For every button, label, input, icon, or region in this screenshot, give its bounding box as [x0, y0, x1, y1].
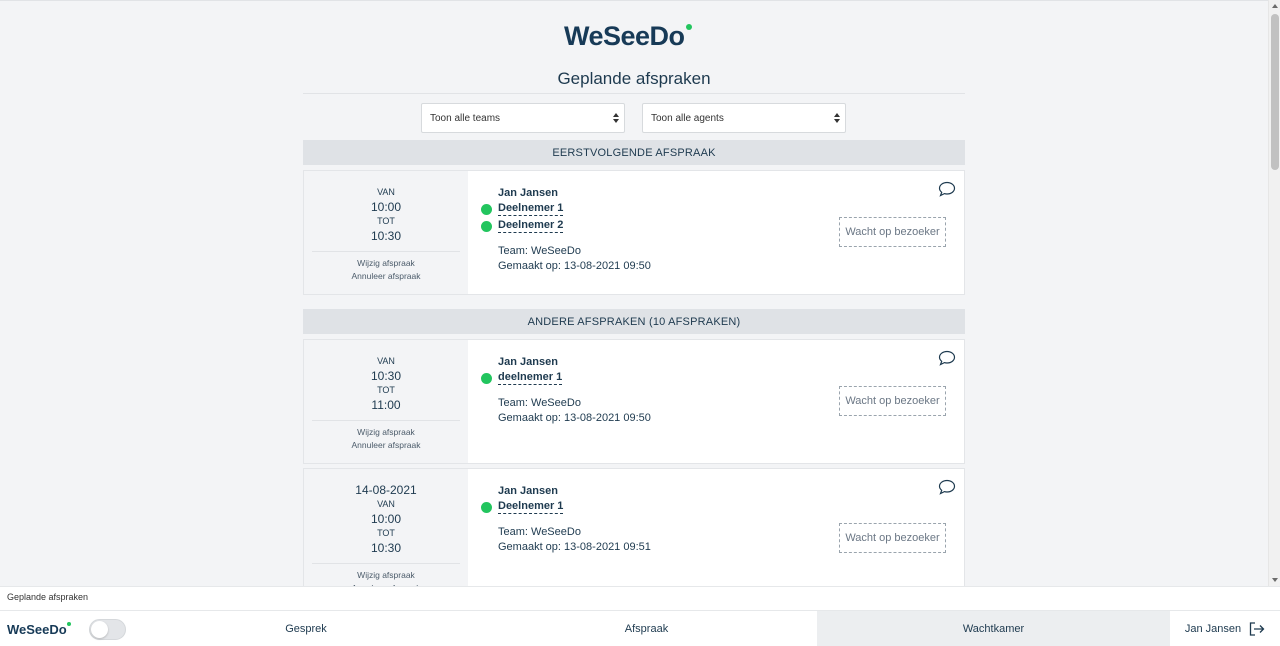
participant-name: Deelnemer 1: [498, 202, 564, 216]
appointment-card: 14-08-2021 VAN 10:00 TOT 10:30 Wijzig af…: [303, 468, 965, 586]
edit-appointment-link[interactable]: Wijzig afspraak: [357, 427, 415, 437]
participant[interactable]: Deelnemer 1: [481, 500, 964, 514]
appointment-time-panel: 14-08-2021 VAN 10:00 TOT 10:30 Wijzig af…: [304, 469, 468, 586]
scrollbar-thumb[interactable]: [1271, 14, 1279, 170]
availability-toggle[interactable]: [89, 619, 126, 640]
to-label: TOT: [377, 385, 395, 395]
online-status-icon: [481, 372, 492, 384]
section-header-other: ANDERE AFSPRAKEN (10 AFSPRAKEN): [303, 309, 965, 334]
created-text: Gemaakt op: 13-08-2021 09:50: [498, 260, 651, 272]
from-label: VAN: [377, 356, 395, 366]
vertical-scrollbar[interactable]: [1268, 0, 1280, 586]
from-time: 10:00: [370, 200, 402, 214]
to-time: 11:00: [371, 398, 401, 412]
user-name: Jan Jansen: [1184, 623, 1242, 635]
from-time: 10:00: [370, 512, 402, 526]
divider: [312, 251, 460, 252]
online-status-icon: [481, 220, 492, 232]
participant-name: deelnemer 1: [498, 371, 563, 385]
chat-icon[interactable]: [938, 181, 956, 197]
divider: [312, 563, 460, 564]
from-label: VAN: [377, 187, 395, 197]
weseedo-logo: WeSeeDo: [564, 21, 692, 52]
nav-gesprek[interactable]: Gesprek: [136, 611, 476, 646]
logo-dot: [66, 622, 71, 626]
participant-name: Deelnemer 2: [498, 219, 564, 233]
logout-icon[interactable]: [1249, 622, 1265, 636]
chat-icon[interactable]: [938, 350, 956, 366]
cancel-appointment-link[interactable]: Annuleer afspraak: [352, 440, 421, 450]
appointment-details: Jan Jansen Deelnemer 1 Deelnemer 2 Team:…: [468, 171, 964, 294]
participant-name: Deelnemer 1: [498, 500, 564, 514]
cancel-appointment-link[interactable]: Annuleer afspraak: [352, 271, 421, 281]
appointment-time-panel: VAN 10:30 TOT 11:00 Wijzig afspraak Annu…: [304, 340, 468, 463]
edit-appointment-link[interactable]: Wijzig afspraak: [357, 258, 415, 268]
from-label: VAN: [377, 499, 395, 509]
from-time: 10:30: [370, 369, 402, 383]
host-name: Jan Jansen: [498, 485, 558, 497]
nav-wachtkamer[interactable]: Wachtkamer: [817, 611, 1170, 646]
agents-select[interactable]: Toon alle agents: [642, 103, 846, 133]
wait-for-visitor-button[interactable]: Wacht op bezoeker: [839, 217, 946, 247]
appointment-details: Jan Jansen Deelnemer 1 Team: WeSeeDo Gem…: [468, 469, 964, 586]
section-header-next: EERSTVOLGENDE AFSPRAAK: [303, 140, 965, 165]
participant[interactable]: deelnemer 1: [481, 371, 964, 385]
divider: [312, 420, 460, 421]
to-time: 10:30: [370, 229, 402, 243]
host-name: Jan Jansen: [498, 187, 558, 199]
logo-dot: [685, 24, 692, 30]
online-status-icon: [481, 501, 492, 513]
appointment-card: VAN 10:00 TOT 10:30 Wijzig afspraak Annu…: [303, 170, 965, 295]
to-label: TOT: [377, 528, 395, 538]
main-scroll-area[interactable]: WeSeeDo Geplande afspraken Toon alle tea…: [0, 0, 1268, 586]
bottom-navigation-bar: WeSeeDo Gesprek Afspraak Wachtkamer Jan …: [0, 610, 1280, 646]
appointment-card: VAN 10:30 TOT 11:00 Wijzig afspraak Annu…: [303, 339, 965, 464]
to-time: 10:30: [370, 541, 402, 555]
edit-appointment-link[interactable]: Wijzig afspraak: [357, 570, 415, 580]
teams-select-value: Toon alle teams: [430, 112, 501, 124]
page-title: Geplande afspraken: [557, 69, 711, 88]
footer-logo: WeSeeDo: [7, 622, 71, 637]
select-arrows-icon: [834, 113, 840, 123]
user-menu[interactable]: Jan Jansen: [1170, 611, 1280, 646]
toggle-knob: [91, 621, 108, 638]
teams-select[interactable]: Toon alle teams: [421, 103, 625, 133]
online-status-icon: [481, 203, 492, 215]
to-label: TOT: [377, 216, 395, 226]
host-name: Jan Jansen: [498, 356, 558, 368]
appointment-details: Jan Jansen deelnemer 1 Team: WeSeeDo Gem…: [468, 340, 964, 463]
wait-for-visitor-button[interactable]: Wacht op bezoeker: [839, 386, 946, 416]
nav-afspraak[interactable]: Afspraak: [476, 611, 817, 646]
agents-select-value: Toon alle agents: [651, 112, 724, 124]
participant[interactable]: Deelnemer 1: [481, 202, 964, 216]
title-divider: [303, 93, 965, 94]
footer-caption: Geplande afspraken: [0, 586, 1280, 610]
scroll-down-icon[interactable]: [1272, 578, 1278, 582]
chat-icon[interactable]: [938, 479, 956, 495]
wait-for-visitor-button[interactable]: Wacht op bezoeker: [839, 523, 946, 553]
scroll-up-icon[interactable]: [1272, 4, 1278, 8]
select-arrows-icon: [613, 113, 619, 123]
appointment-time-panel: VAN 10:00 TOT 10:30 Wijzig afspraak Annu…: [304, 171, 468, 294]
appointment-date: 14-08-2021: [355, 483, 417, 497]
